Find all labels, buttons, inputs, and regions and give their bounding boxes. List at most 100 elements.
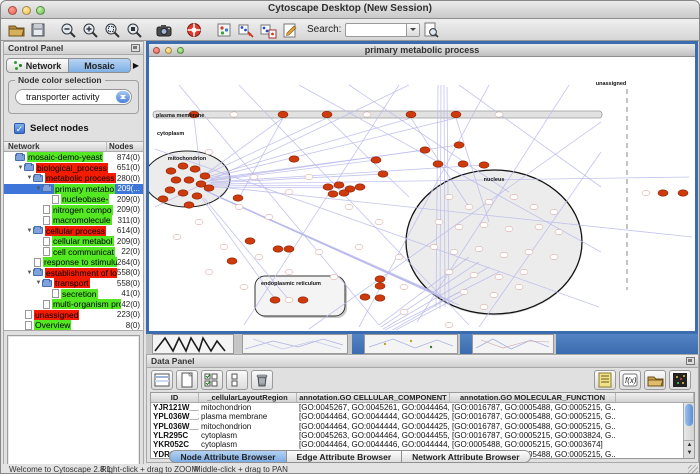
network-node-highlighted[interactable]: [375, 295, 385, 301]
float-panel-icon[interactable]: [686, 357, 695, 365]
new-attribute-button[interactable]: [176, 370, 198, 390]
search-input[interactable]: [345, 23, 407, 37]
network-node-unhighlighted[interactable]: [520, 269, 528, 274]
tree-row[interactable]: ▼metabolic process280(0): [4, 173, 143, 184]
network-edge[interactable]: [239, 118, 283, 198]
tab-mosaic[interactable]: Mosaic: [69, 58, 131, 73]
tree-row[interactable]: cell communicat22(0): [4, 247, 143, 258]
save-session-icon[interactable]: [28, 21, 48, 39]
tab-scroll-right-button[interactable]: ▶: [131, 61, 141, 70]
unselect-attributes-button[interactable]: [226, 370, 248, 390]
vizmapper-icon[interactable]: [214, 21, 234, 39]
network-node-unhighlighted[interactable]: [230, 112, 238, 117]
tree-row[interactable]: nucleobase-209(0): [4, 194, 143, 205]
network-node-unhighlighted[interactable]: [495, 274, 503, 279]
network-node-unhighlighted[interactable]: [255, 254, 263, 259]
network-node-unhighlighted[interactable]: [363, 112, 371, 117]
network-node-highlighted[interactable]: [658, 190, 668, 196]
node-color-combobox[interactable]: transporter activity: [15, 89, 132, 105]
float-panel-icon[interactable]: [131, 44, 140, 52]
network-edge[interactable]: [209, 160, 376, 181]
network-node-highlighted[interactable]: [406, 111, 416, 117]
network-node-unhighlighted[interactable]: [535, 224, 543, 229]
select-attributes-button[interactable]: [201, 370, 223, 390]
network-node-highlighted[interactable]: [278, 111, 288, 117]
network-node-unhighlighted[interactable]: [465, 204, 473, 209]
network-node-highlighted[interactable]: [328, 191, 338, 197]
zoom-fit-icon[interactable]: [124, 21, 144, 39]
attribute-search-icon[interactable]: [421, 21, 441, 39]
network-node-unhighlighted[interactable]: [510, 194, 518, 199]
network-node-unhighlighted[interactable]: [250, 174, 258, 179]
network-view-titlebar[interactable]: primary metabolic process: [149, 44, 695, 57]
tab-network-attribute-browser[interactable]: Network Attribute Browser: [402, 450, 530, 463]
network-node-unhighlighted[interactable]: [470, 272, 478, 277]
network-node-highlighted[interactable]: [334, 182, 344, 188]
import-attributes-button[interactable]: [644, 370, 666, 390]
background-window-fragment[interactable]: [152, 334, 234, 354]
network-node-unhighlighted[interactable]: [220, 244, 228, 249]
table-row[interactable]: YPL036W__2plasma membrane[GO:0044464, GO…: [151, 412, 694, 421]
network-node-unhighlighted[interactable]: [400, 284, 408, 289]
tab-node-attribute-browser[interactable]: Node Attribute Browser: [169, 450, 286, 463]
tree-row[interactable]: mosaic-demo-yeast874(0): [4, 152, 143, 163]
network-node-highlighted[interactable]: [355, 184, 365, 190]
network-node-unhighlighted[interactable]: [205, 269, 213, 274]
network-node-unhighlighted[interactable]: [400, 309, 408, 314]
network-node-highlighted[interactable]: [678, 190, 688, 196]
network-node-unhighlighted[interactable]: [525, 249, 533, 254]
tree-col-nodes[interactable]: Nodes: [107, 142, 143, 151]
network-node-highlighted[interactable]: [233, 195, 243, 201]
network-node-unhighlighted[interactable]: [530, 204, 538, 209]
network-node-highlighted[interactable]: [454, 142, 464, 148]
expand-triangle-icon[interactable]: ▼: [35, 280, 42, 286]
network-node-highlighted[interactable]: [433, 161, 443, 167]
table-row[interactable]: YPL036W__1mitochondrion[GO:0044464, GO:0…: [151, 422, 694, 431]
network-node-highlighted[interactable]: [339, 190, 349, 196]
network-node-unhighlighted[interactable]: [395, 254, 403, 259]
network-node-unhighlighted[interactable]: [500, 252, 508, 257]
network-node-highlighted[interactable]: [375, 276, 385, 282]
plasma-membrane-region[interactable]: [153, 111, 602, 118]
network-node-highlighted[interactable]: [273, 246, 283, 252]
expand-triangle-icon[interactable]: ▼: [26, 175, 33, 181]
network-node-unhighlighted[interactable]: [475, 246, 483, 251]
network-node-highlighted[interactable]: [166, 168, 176, 174]
network-node-highlighted[interactable]: [184, 202, 194, 208]
network-node-unhighlighted[interactable]: [375, 219, 383, 224]
resize-grip[interactable]: [688, 465, 698, 474]
network-node-unhighlighted[interactable]: [490, 292, 498, 297]
tree-row[interactable]: secretion41(0): [4, 289, 143, 300]
network-node-unhighlighted[interactable]: [550, 254, 558, 259]
network-node-highlighted[interactable]: [165, 187, 175, 193]
network-node-unhighlighted[interactable]: [450, 249, 458, 254]
tree-row[interactable]: ▼transport558(0): [4, 278, 143, 289]
zoom-selected-icon[interactable]: [102, 21, 122, 39]
network-node-unhighlighted[interactable]: [285, 269, 293, 274]
network-node-highlighted[interactable]: [378, 171, 388, 177]
tree-row[interactable]: ▼primary metabo209(...: [4, 184, 143, 195]
tree-row[interactable]: cellular metabol209(0): [4, 236, 143, 247]
network-node-highlighted[interactable]: [360, 294, 370, 300]
network-node-highlighted[interactable]: [190, 166, 200, 172]
tree-row[interactable]: ▼biological_process651(0): [4, 163, 143, 174]
select-nodes-checkbox[interactable]: ✓: [14, 123, 25, 134]
network-node-highlighted[interactable]: [451, 111, 461, 117]
attribute-table-button[interactable]: [151, 370, 173, 390]
network-node-unhighlighted[interactable]: [355, 244, 363, 249]
network-node-unhighlighted[interactable]: [445, 322, 453, 327]
network-node-highlighted[interactable]: [323, 184, 333, 190]
network-node-unhighlighted[interactable]: [480, 222, 488, 227]
network-node-highlighted[interactable]: [322, 111, 332, 117]
network-node-highlighted[interactable]: [184, 177, 194, 183]
table-row[interactable]: YJR121W__1mitochondrion[GO:0045267, GO:0…: [151, 403, 694, 412]
tab-edge-attribute-browser[interactable]: Edge Attribute Browser: [287, 450, 403, 463]
annotation-editor-icon[interactable]: [280, 21, 300, 39]
network-node-highlighted[interactable]: [171, 177, 181, 183]
network-node-unhighlighted[interactable]: [345, 204, 353, 209]
network-node-unhighlighted[interactable]: [235, 204, 243, 209]
network-node-unhighlighted[interactable]: [515, 284, 523, 289]
network-node-unhighlighted[interactable]: [642, 190, 650, 195]
network-node-unhighlighted[interactable]: [285, 189, 293, 194]
network-node-highlighted[interactable]: [375, 283, 385, 289]
